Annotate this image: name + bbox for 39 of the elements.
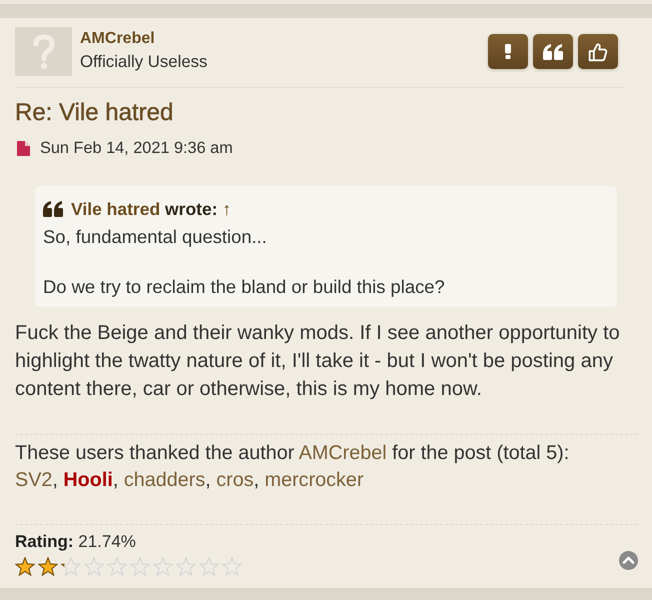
username-link[interactable]: AMCrebel bbox=[80, 27, 208, 50]
star-icon bbox=[153, 557, 173, 577]
thumbs-up-icon bbox=[588, 42, 608, 62]
thanks-notice: These users thanked the author AMCrebel for the post (total 5): bbox=[15, 441, 570, 466]
username-link[interactable]: chadders bbox=[124, 469, 206, 491]
star-icon bbox=[199, 557, 219, 577]
file-icon[interactable] bbox=[17, 140, 30, 156]
star-icon bbox=[222, 557, 242, 577]
star-icon bbox=[15, 557, 35, 577]
like-button[interactable] bbox=[578, 34, 618, 69]
author-link[interactable]: AMCrebel bbox=[298, 442, 387, 464]
quote-icon bbox=[43, 201, 63, 217]
quoted-author-link[interactable]: Vile hatred bbox=[71, 199, 160, 219]
star-icon bbox=[84, 557, 104, 577]
question-mark-icon bbox=[32, 34, 54, 70]
post-date: Sun Feb 14, 2021 9:36 am bbox=[40, 138, 233, 159]
username-link[interactable]: mercrocker bbox=[264, 469, 364, 491]
post-text: Fuck the Beige and their wanky mods. If I see another opportunity to highlight the twatty nature of it, I'll take it - but I won't be posting any content there, car or otherwise, this is my home now. bbox=[15, 321, 621, 402]
username-link[interactable]: cros bbox=[216, 469, 254, 491]
username-link[interactable]: Hooli bbox=[63, 469, 113, 491]
username-link[interactable]: SV2 bbox=[15, 469, 52, 491]
report-button[interactable] bbox=[488, 34, 528, 69]
jump-to-post-link[interactable]: ↑ bbox=[222, 199, 232, 219]
exclamation-icon bbox=[505, 44, 511, 59]
user-rank: Officially Useless bbox=[80, 51, 208, 73]
quote-text: So, fundamental question... bbox=[43, 225, 268, 249]
star-icon bbox=[61, 557, 81, 577]
star-icon bbox=[107, 557, 127, 577]
star-icon bbox=[38, 557, 58, 577]
back-to-top-icon[interactable] bbox=[619, 551, 638, 570]
quote-text: Do we try to reclaim the bland or build this place? bbox=[43, 275, 446, 299]
rating-text: Rating: 21.74% bbox=[15, 532, 137, 552]
quote-button[interactable] bbox=[533, 34, 573, 69]
thanked-users-list: SV2, Hooli, chadders, cros, mercrocker bbox=[15, 467, 638, 494]
post-title[interactable]: Re: Vile hatred bbox=[15, 100, 638, 126]
star-icon bbox=[130, 557, 150, 577]
quote-attribution: Vile hatred wrote: ↑ bbox=[71, 198, 232, 221]
star-icon bbox=[176, 557, 196, 577]
quote-icon bbox=[543, 44, 563, 60]
